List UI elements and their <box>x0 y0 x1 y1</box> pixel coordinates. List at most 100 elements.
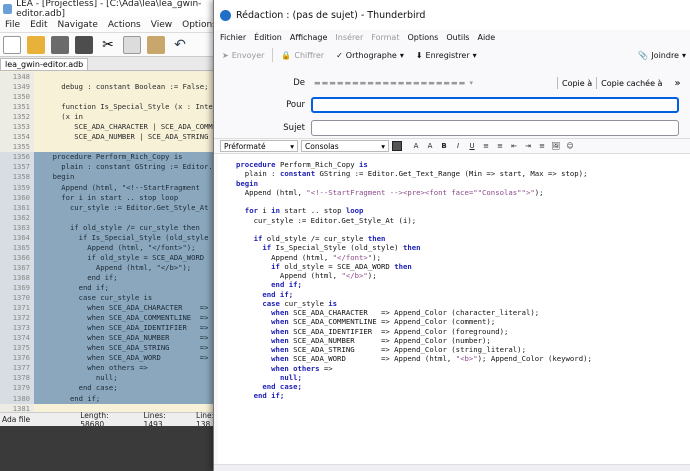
code-token: others <box>293 363 320 373</box>
save-all-icon[interactable] <box>75 35 93 54</box>
lock-icon: 🔒 <box>281 50 292 60</box>
spellcheck-button[interactable]: ✓ Orthographe ▾ <box>332 49 408 62</box>
code-text: when SCE_ADA_IDENTIFIER => <box>34 323 230 334</box>
line-number: 1358 <box>0 172 34 183</box>
tb-menu-item[interactable]: Aide <box>473 33 499 42</box>
code-text: when SCE_ADA_COMMENTLINE => <box>34 313 230 324</box>
to-input[interactable] <box>311 97 679 113</box>
font-value: Consolas <box>305 141 339 151</box>
code-line: 1376 when SCE_ADA_WORD => <box>0 353 230 364</box>
tab-lea-gwin-editor[interactable]: lea_gwin-editor.adb <box>0 58 89 70</box>
code-text: SCE_ADA_NUMBER | SCE_ADA_STRING <box>44 132 209 142</box>
desktop: LEA - [Projectless] - [C:\Ada\lea\lea_gw… <box>0 0 690 471</box>
format-button[interactable]: ≡ <box>537 141 547 151</box>
lea-titlebar[interactable]: LEA - [Projectless] - [C:\Ada\lea\lea_gw… <box>0 0 229 19</box>
chevron-down-icon: ▾ <box>681 50 686 60</box>
message-body-editor[interactable]: procedure Perform_Rich_Copy is plain : c… <box>218 154 690 464</box>
format-button[interactable]: B <box>439 141 449 151</box>
lea-menu-file[interactable]: File <box>0 20 25 30</box>
message-code-line: Append (html, "<!--StartFragment --><pre… <box>236 188 690 197</box>
lea-code-editor[interactable]: 1348 1349 debug : constant Boolean := Fal… <box>0 72 230 412</box>
open-folder-icon[interactable] <box>27 35 45 54</box>
lea-toolbar: ✂ ↶ <box>0 33 229 57</box>
message-code-line: end case; <box>236 382 690 391</box>
code-token: is <box>328 298 338 308</box>
code-line: 1367 Append (html, "</b>"); <box>0 262 230 273</box>
lea-menu-actions[interactable]: Actions <box>103 20 146 30</box>
format-button[interactable]: A <box>425 141 435 151</box>
undo-icon[interactable]: ↶ <box>171 36 189 54</box>
tb-menu-item[interactable]: Options <box>403 33 442 42</box>
format-button[interactable]: ⇥ <box>523 141 533 151</box>
line-number: 1356 <box>0 152 34 163</box>
code-token: SCE_ADA_WORD => Append (html, <box>288 354 456 364</box>
tb-toolbar: ➤ Envoyer 🔒 Chiffrer ✓ Orthographe ▾ ⬇ E… <box>214 44 690 66</box>
message-code-line: begin <box>236 179 690 188</box>
paste-icon[interactable] <box>147 35 165 54</box>
cc-button[interactable]: Copie à <box>562 79 592 88</box>
code-line: 1378 null; <box>0 373 230 384</box>
lea-menu-navigate[interactable]: Navigate <box>53 20 103 30</box>
line-number: 1372 <box>0 313 34 324</box>
cut-icon[interactable]: ✂ <box>99 36 117 54</box>
tb-menu-item[interactable]: Affichage <box>286 33 332 42</box>
format-button[interactable]: ≡ <box>495 141 505 151</box>
text-color-swatch[interactable] <box>392 141 402 151</box>
line-number: 1381 <box>0 403 34 412</box>
line-number: 1374 <box>0 333 34 344</box>
save-icon[interactable] <box>51 35 69 54</box>
message-code-line: if old_style = SCE_ADA_WORD then <box>236 262 690 271</box>
code-text: end if; <box>34 272 230 283</box>
code-token: end if; <box>262 289 294 299</box>
tb-menu-item[interactable]: Format <box>367 33 403 42</box>
more-fields-button[interactable]: » <box>674 78 680 89</box>
format-button[interactable]: 🖼 <box>551 141 561 151</box>
copy-icon[interactable] <box>123 35 141 54</box>
format-button[interactable]: A <box>411 141 421 151</box>
lea-title: LEA - [Projectless] - [C:\Ada\lea\lea_gw… <box>16 0 202 19</box>
format-button[interactable]: ≡ <box>481 141 491 151</box>
code-line: 1352 (x in <box>0 112 230 123</box>
tb-titlebar[interactable]: Rédaction : (pas de sujet) - Thunderbird <box>214 0 690 30</box>
encrypt-button[interactable]: 🔒 Chiffrer <box>277 49 328 62</box>
thunderbird-app-icon <box>220 9 231 21</box>
font-select[interactable]: Consolas ▾ <box>301 140 389 152</box>
save-draft-button[interactable]: ⬇ Enregistrer ▾ <box>412 49 481 62</box>
message-code-line: procedure Perform_Rich_Copy is <box>236 160 690 169</box>
lea-menu-edit[interactable]: Edit <box>25 20 52 30</box>
send-button[interactable]: ➤ Envoyer <box>218 49 268 62</box>
code-token: end case; <box>262 382 302 391</box>
message-code-line: Append (html, "</font>"); <box>236 253 690 262</box>
from-field-redacted[interactable]: ▬▬▬▬▬▬▬▬▬▬▬▬▬▬▬▬▬▬▬▬ ▾ <box>311 76 549 90</box>
tb-menu-item[interactable]: Fichier <box>216 33 250 42</box>
lea-menubar: FileEditNavigateActionsViewOptionsWindow <box>0 17 262 33</box>
paragraph-format-select[interactable]: Préformaté ▾ <box>220 140 298 152</box>
format-button[interactable]: U <box>467 141 477 151</box>
tb-menu-item[interactable]: Édition <box>250 33 286 42</box>
new-file-icon[interactable] <box>3 35 21 54</box>
format-button[interactable]: I <box>453 141 463 151</box>
tb-menu-item[interactable]: Outils <box>442 33 473 42</box>
code-text: end case; <box>34 383 230 394</box>
code-line: 1368 end if; <box>0 272 230 283</box>
code-token: "</font>" <box>332 252 373 262</box>
code-token: then <box>367 234 386 243</box>
message-code-line: end if; <box>236 280 690 289</box>
tb-menu-item[interactable]: Insérer <box>331 33 367 42</box>
subject-input[interactable] <box>311 120 679 136</box>
format-button[interactable]: ☺ <box>565 141 575 151</box>
code-text: when SCE_ADA_WORD => <box>34 353 230 364</box>
line-number: 1364 <box>0 232 34 243</box>
code-line: 1373 when SCE_ADA_IDENTIFIER => <box>0 323 230 334</box>
code-text: function Is_Special_Style (x : Integ <box>44 102 218 112</box>
code-text: end if; <box>34 393 230 404</box>
code-token: SCE_ADA_COMMENTLINE => Append_Color (com… <box>288 317 496 327</box>
chevron-down-icon: ▾ <box>290 141 294 151</box>
code-token: i <box>257 206 272 216</box>
attach-button[interactable]: 📎 Joindre ▾ <box>634 49 690 62</box>
line-number: 1368 <box>0 272 34 283</box>
lea-app-icon <box>3 3 13 14</box>
bcc-button[interactable]: Copie cachée à <box>601 79 662 88</box>
lea-menu-view[interactable]: View <box>146 20 177 30</box>
format-button[interactable]: ⇤ <box>509 141 519 151</box>
